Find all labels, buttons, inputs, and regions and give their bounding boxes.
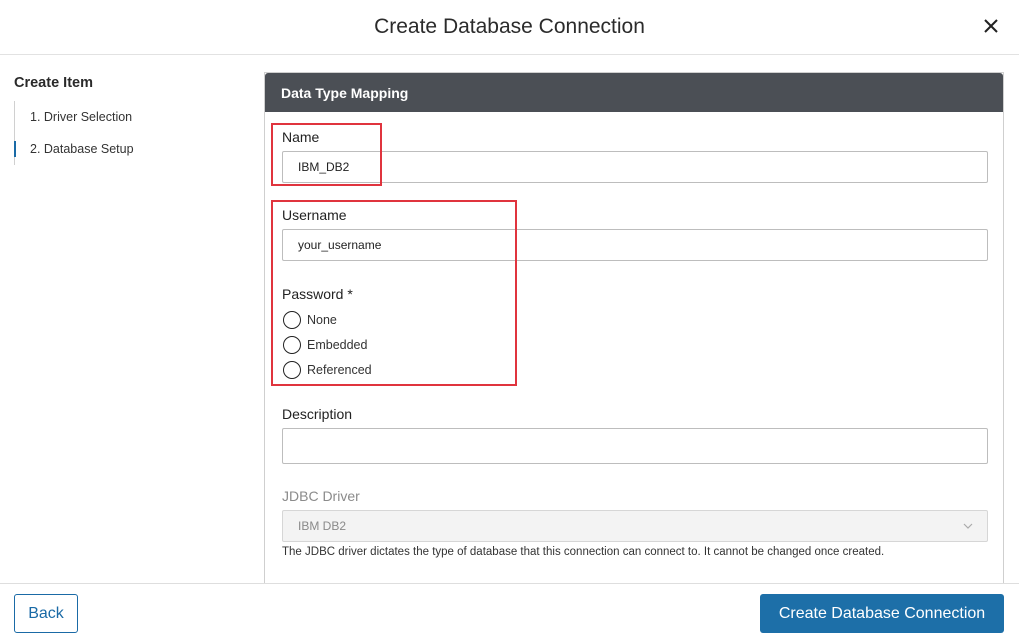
jdbc-driver-select: IBM DB2 [282,510,988,542]
dialog-header: Create Database Connection [0,0,1019,55]
sidebar-title: Create Item [14,75,93,91]
dialog-title: Create Database Connection [374,15,645,38]
back-button[interactable]: Back [14,594,78,633]
wizard-sidebar: Create Item 1. Driver Selection 2. Datab… [0,56,250,583]
jdbc-driver-value: IBM DB2 [298,519,347,533]
close-button[interactable] [981,16,1001,36]
highlight-box-credentials [271,200,517,386]
wizard-steps: 1. Driver Selection 2. Database Setup [14,101,244,165]
create-connection-button[interactable]: Create Database Connection [760,594,1004,633]
panel-title: Data Type Mapping [265,73,1003,112]
name-input[interactable]: IBM_DB2 [282,151,988,183]
description-textarea[interactable] [282,428,988,464]
jdbc-driver-label: JDBC Driver [282,488,360,504]
jdbc-driver-help: The JDBC driver dictates the type of dat… [282,546,885,558]
chevron-down-icon [963,523,973,529]
highlight-box-name [271,123,382,186]
step-driver-selection[interactable]: 1. Driver Selection [15,101,244,133]
step-database-setup[interactable]: 2. Database Setup [14,133,244,165]
description-label: Description [282,406,353,422]
dialog-footer: Back Create Database Connection [0,583,1019,636]
close-icon [984,19,998,33]
